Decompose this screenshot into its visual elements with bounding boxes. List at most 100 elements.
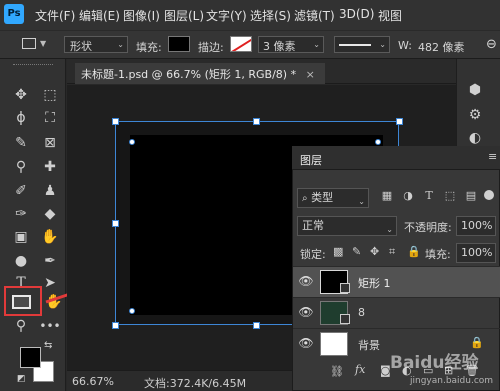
- document-tab-title: 未标题-1.psd @ 66.7% (矩形 1, RGB/8) *: [81, 68, 297, 81]
- annotation-highlight-box: [4, 286, 42, 316]
- lock-artboard-icon[interactable]: ⌗: [389, 245, 395, 259]
- menu-3d[interactable]: 3D(D): [339, 7, 374, 21]
- menu-file[interactable]: 文件(F): [35, 7, 75, 24]
- transform-handle-top-left[interactable]: [112, 118, 119, 125]
- corner-radius-widget[interactable]: [375, 139, 381, 145]
- document-tab[interactable]: 未标题-1.psd @ 66.7% (矩形 1, RGB/8) * ×: [75, 63, 325, 84]
- blur-tool-icon[interactable]: ✋: [38, 227, 62, 247]
- marquee-tool-icon[interactable]: ⬚: [38, 85, 62, 105]
- fill-value: 100%: [461, 246, 493, 259]
- tool-mode-select[interactable]: 形状 ⌄: [64, 36, 128, 53]
- stroke-width-value: 3 像素: [263, 40, 296, 53]
- filter-shape-icon[interactable]: ⬚: [443, 189, 457, 203]
- blend-mode-select[interactable]: 正常 ⌄: [297, 216, 397, 236]
- foreground-color-swatch[interactable]: [20, 347, 41, 368]
- layer-name[interactable]: 矩形 1: [358, 275, 391, 291]
- corner-radius-widget[interactable]: [129, 139, 135, 145]
- chevron-down-icon: ⌄: [379, 40, 386, 49]
- transform-handle-middle-left[interactable]: [112, 220, 119, 227]
- frame-tool-icon[interactable]: ⊠: [38, 133, 62, 153]
- watermark-logo: Baidu经验: [390, 353, 479, 373]
- history-brush-tool-icon[interactable]: ✑: [9, 204, 33, 224]
- toolbar-grip: [13, 64, 53, 66]
- filter-pixel-icon[interactable]: ▦: [380, 189, 394, 203]
- layer-style-icon[interactable]: fx: [355, 363, 365, 376]
- transform-handle-top-center[interactable]: [253, 118, 260, 125]
- transform-handle-top-right[interactable]: [396, 118, 403, 125]
- lock-label: 锁定:: [300, 248, 326, 261]
- visibility-eye-icon[interactable]: 👁: [298, 274, 314, 288]
- shape-tool-preset-icon[interactable]: [22, 38, 36, 49]
- lock-all-icon[interactable]: 🔒: [407, 245, 421, 258]
- stroke-width-select[interactable]: 3 像素 ⌄: [258, 36, 324, 53]
- transform-handle-bottom-center[interactable]: [253, 322, 260, 329]
- chevron-down-icon: ⌄: [358, 197, 365, 206]
- default-colors-icon[interactable]: ◩: [17, 374, 26, 384]
- lock-position-icon[interactable]: ✥: [370, 245, 379, 258]
- brush-tool-icon[interactable]: ✐: [9, 181, 33, 201]
- chevron-down-icon: ▼: [40, 39, 47, 48]
- menu-filter[interactable]: 滤镜(T): [294, 7, 335, 24]
- stroke-label: 描边:: [198, 41, 224, 54]
- quick-select-tool-icon[interactable]: ✎: [9, 133, 33, 153]
- dodge-tool-icon[interactable]: ●: [9, 251, 33, 271]
- menu-edit[interactable]: 编辑(E): [79, 7, 120, 24]
- visibility-eye-icon[interactable]: 👁: [298, 305, 314, 319]
- menu-view[interactable]: 视图: [378, 7, 402, 24]
- fill-swatch[interactable]: [168, 36, 190, 52]
- transform-handle-bottom-left[interactable]: [112, 322, 119, 329]
- gradient-tool-icon[interactable]: ▣: [9, 227, 33, 247]
- opacity-field[interactable]: 100%: [456, 216, 496, 236]
- fill-field[interactable]: 100%: [456, 243, 496, 263]
- swap-colors-icon[interactable]: ⇆: [44, 340, 52, 351]
- layer-filter-kind-select[interactable]: ⌕ 类型 ⌄: [297, 188, 369, 208]
- healing-brush-tool-icon[interactable]: ✚: [38, 157, 62, 177]
- menu-image[interactable]: 图像(I): [123, 7, 160, 24]
- filter-type-icon[interactable]: T: [422, 189, 436, 203]
- eraser-tool-icon[interactable]: ◆: [38, 204, 62, 224]
- layer-name[interactable]: 8: [358, 306, 365, 319]
- crop-tool-icon[interactable]: ⛶: [38, 108, 62, 128]
- document-tab-bar: 未标题-1.psd @ 66.7% (矩形 1, RGB/8) * ×: [67, 59, 470, 84]
- document-size: 文档:372.4K/6.45M: [144, 377, 247, 390]
- stroke-swatch[interactable]: [230, 36, 252, 52]
- properties-icon[interactable]: ⚙: [464, 105, 486, 125]
- filter-smart-object-icon[interactable]: ▤: [464, 189, 478, 203]
- stroke-type-select[interactable]: ⌄: [334, 36, 390, 53]
- search-icon: ⌕: [302, 193, 308, 204]
- menu-select[interactable]: 选择(S): [250, 7, 291, 24]
- fill-label: 填充:: [136, 41, 162, 54]
- smart-object-badge-icon: [340, 314, 350, 324]
- zoom-level[interactable]: 66.67%: [72, 375, 114, 388]
- menu-layer[interactable]: 图层(L): [164, 7, 204, 24]
- filter-adjustment-icon[interactable]: ◑: [401, 189, 415, 203]
- layers-panel-title[interactable]: 图层: [300, 152, 322, 168]
- clone-stamp-tool-icon[interactable]: ♟: [38, 181, 62, 201]
- opacity-label: 不透明度:: [404, 221, 452, 234]
- move-tool-icon[interactable]: ✥: [9, 85, 33, 105]
- 3d-icon[interactable]: ⬢: [464, 80, 486, 100]
- layer-name[interactable]: 背景: [358, 337, 380, 353]
- filter-toggle-icon[interactable]: [484, 190, 494, 200]
- lock-transparent-icon[interactable]: ▩: [333, 245, 343, 258]
- link-icon[interactable]: ⊖: [486, 37, 497, 52]
- panel-menu-icon[interactable]: ≡: [488, 150, 497, 163]
- close-tab-icon[interactable]: ×: [306, 68, 315, 81]
- lock-pixels-icon[interactable]: ✎: [352, 245, 361, 258]
- corner-radius-widget[interactable]: [129, 308, 135, 314]
- width-value[interactable]: 482 像素: [418, 39, 465, 55]
- chevron-down-icon: ⌄: [313, 40, 320, 49]
- menu-type[interactable]: 文字(Y): [206, 7, 247, 24]
- blend-mode-value: 正常: [302, 219, 324, 232]
- more-tools-icon[interactable]: •••: [38, 316, 62, 336]
- chevron-down-icon: ⌄: [386, 225, 393, 234]
- lasso-tool-icon[interactable]: ϕ: [9, 108, 33, 128]
- adjustments-icon[interactable]: ◐: [464, 128, 486, 148]
- layer-thumbnail: [320, 332, 348, 356]
- watermark-url: jingyan.baidu.com: [410, 376, 494, 386]
- eyedropper-tool-icon[interactable]: ⚲: [9, 157, 33, 177]
- zoom-tool-icon[interactable]: ⚲: [9, 316, 33, 336]
- photoshop-logo: Ps: [4, 4, 24, 24]
- visibility-eye-icon[interactable]: 👁: [298, 336, 314, 350]
- link-layers-icon[interactable]: ⛓: [330, 365, 344, 378]
